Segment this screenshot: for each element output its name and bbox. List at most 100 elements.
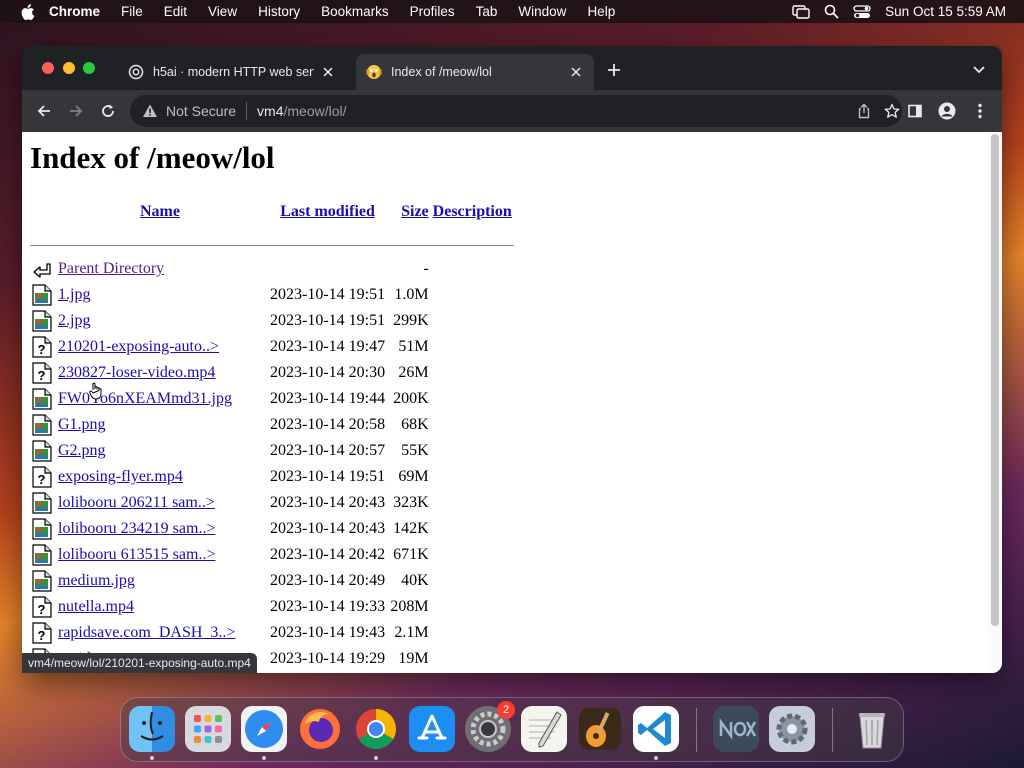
browser-toolbar: Not Secure vm4 /meow/lol/	[22, 90, 1002, 132]
warning-triangle-icon[interactable]	[142, 103, 158, 119]
kebab-menu-icon[interactable]	[970, 101, 990, 121]
description-cell	[431, 412, 514, 438]
tab-search-chevron-icon[interactable]	[972, 64, 986, 76]
icon-cell: ?	[30, 620, 56, 646]
file-link[interactable]: G1.png	[58, 416, 106, 433]
share-icon[interactable]	[856, 103, 872, 119]
menubar-clock[interactable]: Sun Oct 15 5:59 AM	[885, 4, 1006, 19]
nox-dock-icon[interactable]	[713, 706, 759, 752]
menu-help[interactable]: Help	[587, 4, 615, 19]
menu-file[interactable]: File	[121, 4, 143, 19]
description-cell	[431, 438, 514, 464]
file-row: lolibooru 206211 sam..> 2023-10-14 20:43 3…	[30, 490, 514, 516]
name-cell: nutella.mp4	[56, 594, 264, 620]
file-link[interactable]: 210201-exposing-auto..>	[58, 338, 219, 355]
icon-cell	[30, 438, 56, 464]
size-cell: 200K	[393, 390, 429, 407]
file-link[interactable]: 1.jpg	[58, 286, 90, 303]
file-link[interactable]: lolibooru 234219 sam..>	[58, 520, 215, 537]
bookmark-star-icon[interactable]	[884, 103, 900, 119]
screen-mirroring-icon[interactable]	[792, 4, 810, 19]
finder-dock-icon[interactable]	[129, 706, 175, 752]
date-cell: 2023-10-14 19:43	[270, 624, 386, 641]
sort-by-size-link[interactable]: Size	[401, 203, 429, 220]
file-link[interactable]: lolibooru 206211 sam..>	[58, 494, 215, 511]
close-window-button[interactable]	[42, 62, 54, 74]
not-secure-label[interactable]: Not Secure	[166, 103, 236, 119]
zoom-window-button[interactable]	[83, 62, 95, 74]
address-bar[interactable]: Not Secure vm4 /meow/lol/	[130, 95, 902, 127]
settings-dock-icon[interactable]	[769, 706, 815, 752]
menu-tab[interactable]: Tab	[476, 4, 498, 19]
file-link[interactable]: lolibooru 613515 sam..>	[58, 546, 215, 563]
reload-icon[interactable]	[98, 101, 118, 121]
apple-icon[interactable]	[20, 3, 35, 20]
description-cell	[431, 490, 514, 516]
size-cell: 208M	[390, 598, 429, 615]
file-link[interactable]: 2.jpg	[58, 312, 90, 329]
menu-profiles[interactable]: Profiles	[410, 4, 455, 19]
menu-window[interactable]: Window	[518, 4, 566, 19]
file-row: ? rapidsave.com_DASH_3..> 2023-10-14 19:43…	[30, 620, 514, 646]
sort-by-description-link[interactable]: Description	[433, 203, 512, 220]
link-status-bubble: vm4/meow/lol/210201-exposing-auto.mp4	[22, 653, 257, 673]
file-link[interactable]: exposing-flyer.mp4	[58, 468, 183, 485]
separator-row	[30, 230, 514, 256]
new-tab-plus-icon[interactable]	[606, 62, 622, 78]
icon-cell: ?	[30, 334, 56, 360]
date-cell: 2023-10-14 20:57	[270, 442, 386, 459]
description-cell	[431, 308, 514, 334]
textedit-dock-icon[interactable]	[521, 706, 567, 752]
icon-cell: ?	[30, 594, 56, 620]
url-path: /meow/lol/	[283, 103, 347, 119]
side-panel-icon[interactable]	[905, 101, 925, 121]
image-file-icon	[32, 310, 52, 332]
close-tab-icon[interactable]	[568, 64, 584, 80]
tab-h5ai[interactable]: h5ai · modern HTTP web serve	[118, 54, 346, 90]
date-cell: 2023-10-14 20:43	[270, 494, 386, 511]
file-link[interactable]: FW0Yo6nXEAMmd31.jpg	[58, 390, 232, 407]
sort-by-last-modified-link[interactable]: Last modified	[280, 203, 375, 220]
menu-history[interactable]: History	[258, 4, 300, 19]
minimize-window-button[interactable]	[63, 62, 75, 74]
menu-edit[interactable]: Edit	[164, 4, 187, 19]
back-arrow-icon[interactable]	[34, 101, 54, 121]
control-center-icon[interactable]	[853, 4, 871, 19]
trash-dock-icon[interactable]	[849, 706, 895, 752]
vertical-scrollbar[interactable]	[988, 132, 1002, 673]
unknown-file-icon: ?	[32, 362, 52, 384]
safari-dock-icon[interactable]	[241, 706, 287, 752]
parent-directory-row: Parent Directory -	[30, 256, 514, 282]
svg-text:?: ?	[38, 368, 46, 383]
notification-badge: 2	[497, 701, 515, 719]
app-store-dock-icon[interactable]	[409, 706, 455, 752]
profile-avatar-icon[interactable]	[937, 101, 957, 121]
file-link[interactable]: rapidsave.com_DASH_3..>	[58, 624, 235, 641]
date-cell: 2023-10-14 20:42	[270, 546, 386, 563]
chrome-dock-icon[interactable]	[353, 706, 399, 752]
file-link[interactable]: G2.png	[58, 442, 106, 459]
file-row: ? nutella.mp4 2023-10-14 19:33 208M	[30, 594, 514, 620]
forward-arrow-icon[interactable]	[66, 101, 86, 121]
file-link[interactable]: medium.jpg	[58, 572, 135, 589]
scrollbar-thumb[interactable]	[991, 134, 999, 626]
tab-index-meow-lol[interactable]: Index of /meow/lol	[356, 54, 594, 90]
size-cell: 55K	[401, 442, 429, 459]
menu-bookmarks[interactable]: Bookmarks	[321, 4, 389, 19]
garageband-dock-icon[interactable]	[577, 706, 623, 752]
vscode-dock-icon[interactable]	[633, 706, 679, 752]
close-tab-icon[interactable]	[320, 64, 336, 80]
spotlight-search-icon[interactable]	[824, 4, 839, 19]
sort-by-name-link[interactable]: Name	[140, 203, 180, 220]
header-last-modified-column: Last modified	[264, 196, 387, 230]
firefox-dock-icon[interactable]	[297, 706, 343, 752]
size-cell: 2.1M	[394, 624, 429, 641]
file-link[interactable]: nutella.mp4	[58, 598, 134, 615]
launchpad-dock-icon[interactable]	[185, 706, 231, 752]
parent-directory-link[interactable]: Parent Directory	[58, 260, 164, 277]
size-cell: 1.0M	[394, 286, 429, 303]
file-link[interactable]: 230827-loser-video.mp4	[58, 364, 215, 381]
vscode-running-dot	[654, 756, 658, 760]
menu-app-name[interactable]: Chrome	[49, 4, 100, 19]
menu-view[interactable]: View	[208, 4, 237, 19]
